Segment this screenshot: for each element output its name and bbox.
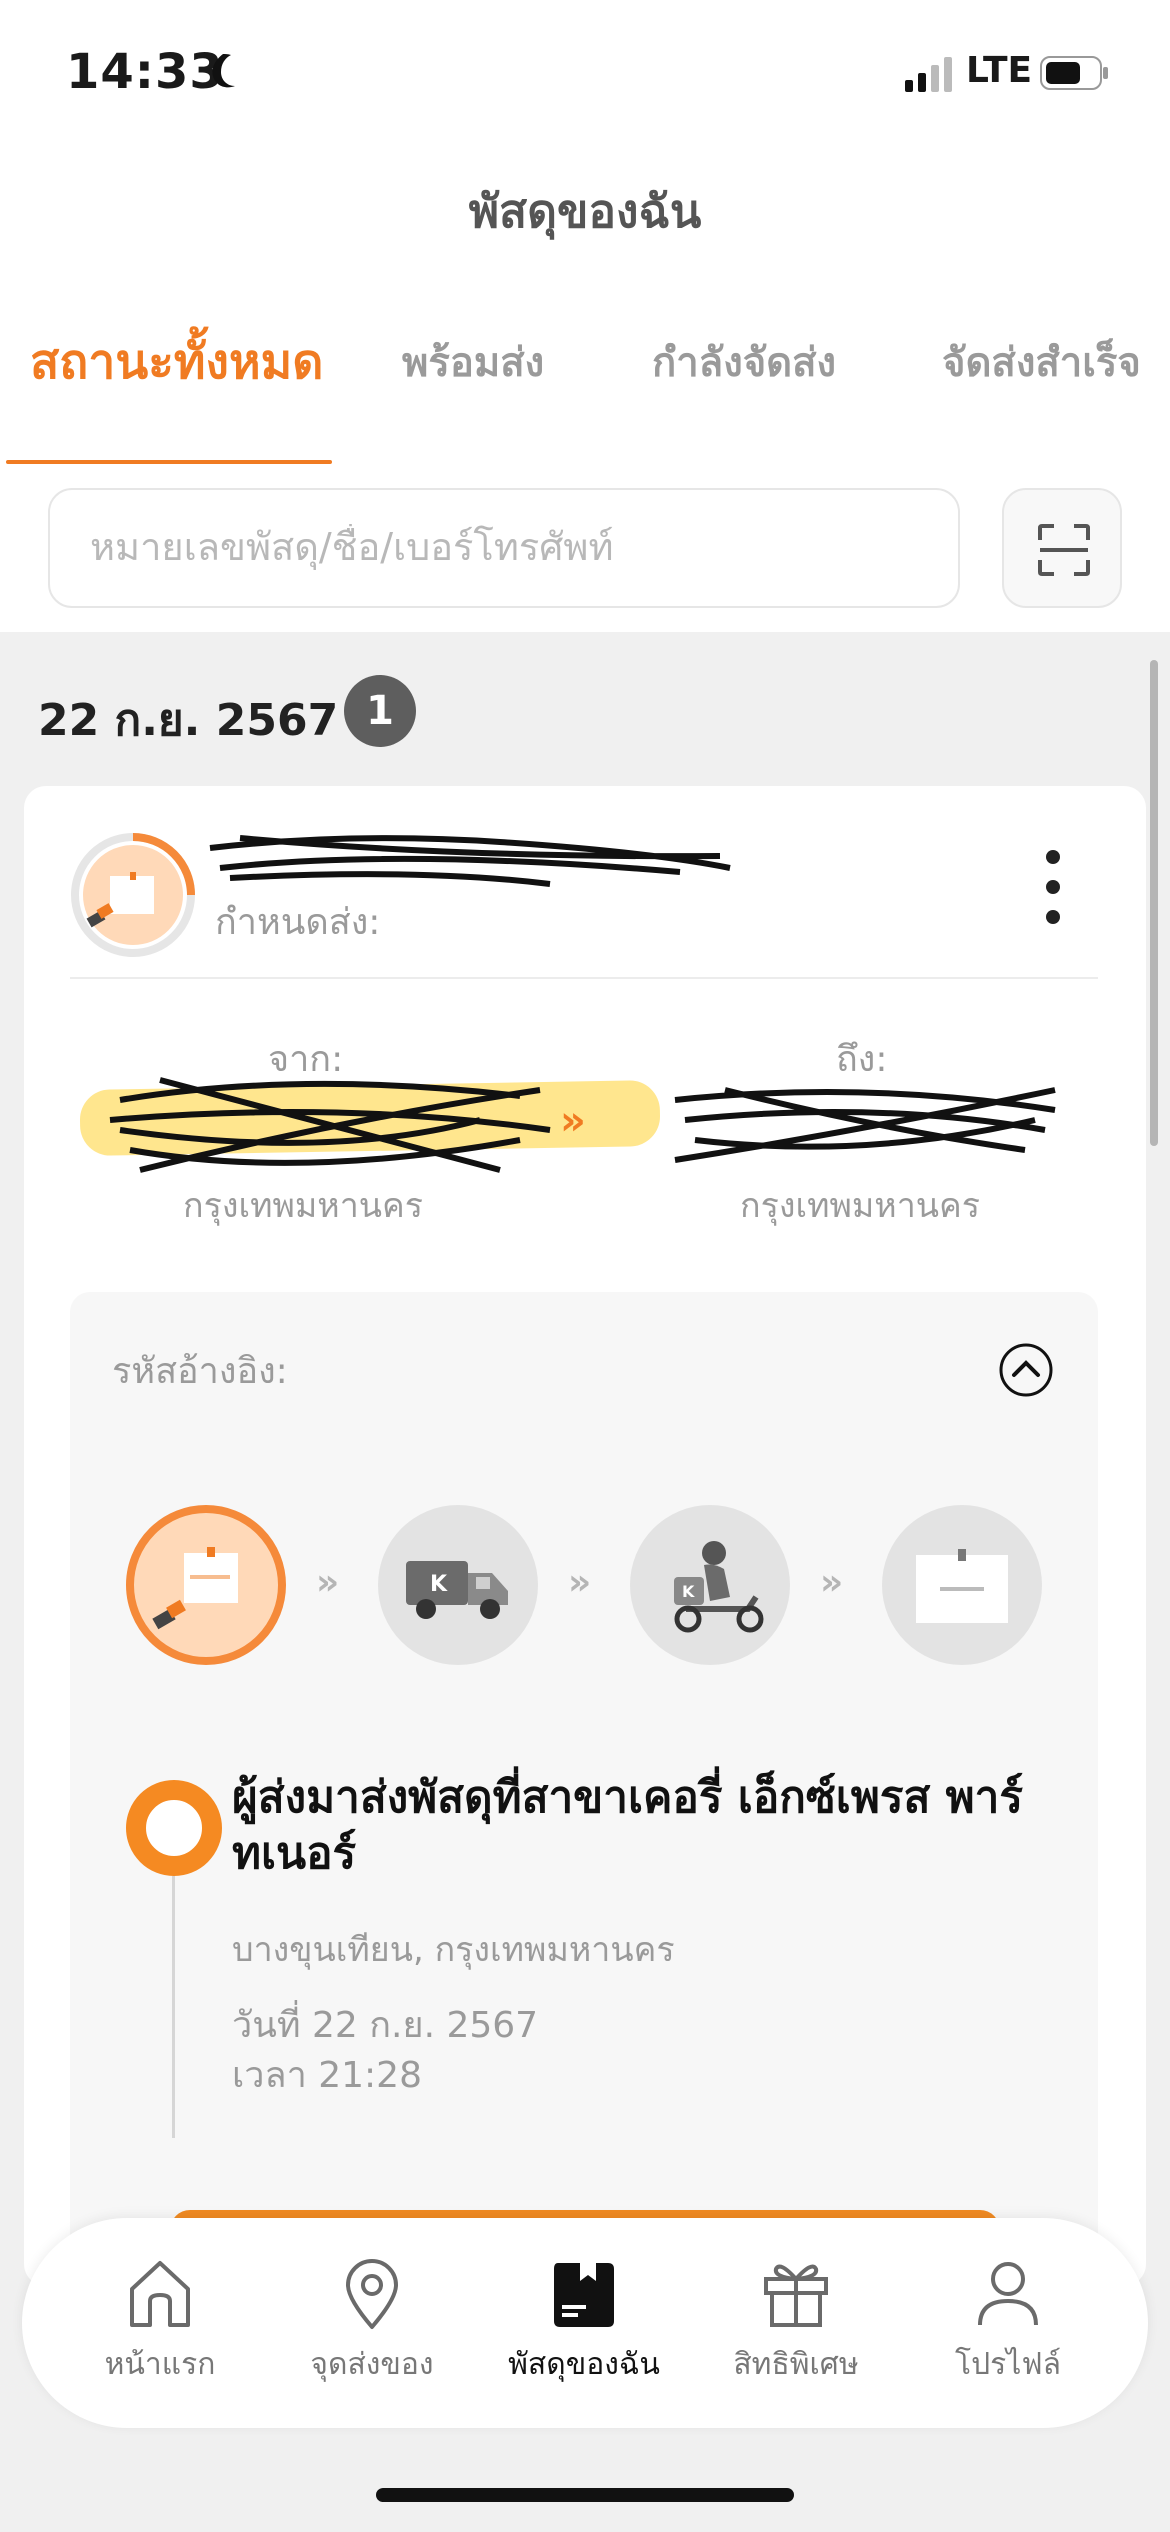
search-box [48, 488, 960, 608]
event-location: บางขุนเทียน, กรุงเทพมหานคร [232, 1930, 675, 1970]
nav-drop-points-label: จุดส่งของ [310, 2347, 434, 2382]
deadline-label: กำหนดส่ง: [215, 902, 381, 943]
nav-my-parcels-label: พัสดุของฉัน [508, 2347, 660, 2382]
nav-profile-label: โปรไฟล์ [955, 2347, 1061, 2382]
nav-privileges-label: สิทธิพิเศษ [733, 2347, 859, 2382]
nav-privileges[interactable]: สิทธิพิเศษ [696, 2255, 896, 2388]
sender-redaction-scribble [109, 1077, 551, 1173]
step-delivered-box-icon [882, 1505, 1042, 1665]
step-arrow-1: » [316, 1562, 340, 1603]
card-divider [70, 977, 1098, 979]
cellular-signal-icon [905, 57, 952, 92]
timeline-current-dot [126, 1780, 222, 1876]
event-time: เวลา 21:28 [232, 2055, 422, 2096]
more-options-icon[interactable] [1038, 850, 1068, 930]
from-city: กรุงเทพมหานคร [183, 1186, 424, 1226]
status-bar: 14:33 LTE [0, 0, 1170, 140]
group-count-badge: 1 [344, 675, 416, 747]
redaction-scribble [209, 835, 731, 887]
home-icon [130, 2261, 190, 2327]
parcel-icon [554, 2263, 614, 2327]
scan-icon [1038, 524, 1090, 576]
svg-text:K: K [430, 1572, 448, 1597]
scan-button[interactable] [1002, 488, 1122, 608]
step-arrow-3: » [820, 1562, 844, 1603]
profile-icon [978, 2262, 1038, 2326]
tab-delivered[interactable]: จัดส่งสำเร็จ [942, 330, 1141, 394]
scrollbar[interactable] [1150, 660, 1158, 1146]
nav-home-label: หน้าแรก [104, 2347, 216, 2382]
page-title: พัสดุของฉัน [468, 184, 702, 238]
search-input[interactable] [88, 524, 928, 570]
network-type: LTE [966, 50, 1033, 91]
timeline-line [172, 1876, 175, 2138]
active-tab-indicator [6, 460, 332, 464]
group-date: 22 ก.ย. 2567 [38, 695, 339, 746]
battery-icon [1040, 56, 1108, 90]
home-indicator [376, 2488, 794, 2502]
tab-ready-to-send[interactable]: พร้อมส่ง [402, 330, 544, 394]
step-truck-icon: K [378, 1505, 538, 1665]
event-title: ผู้ส่งมาส่งพัสดุที่สาขาเคอรี่ เอ็กซ์เพรส… [232, 1772, 1023, 1879]
reference-label: รหัสอ้างอิง: [112, 1351, 288, 1392]
status-time: 14:33 [66, 44, 224, 100]
svg-text:K: K [682, 1582, 695, 1601]
tab-all-status[interactable]: สถานะทั้งหมด [30, 324, 323, 400]
nav-profile[interactable]: โปรไฟล์ [908, 2255, 1108, 2388]
nav-drop-points[interactable]: จุดส่งของ [272, 2255, 472, 2388]
event-date: วันที่ 22 ก.ย. 2567 [232, 2005, 539, 2046]
step-scooter-courier-icon: K [630, 1505, 790, 1665]
to-city: กรุงเทพมหานคร [740, 1186, 981, 1226]
parcel-status-avatar-icon [71, 833, 195, 957]
tab-in-delivery[interactable]: กำลังจัดส่ง [652, 330, 836, 394]
step-arrow-2: » [568, 1562, 592, 1603]
collapse-chevron-up-icon[interactable] [998, 1342, 1054, 1398]
nav-home[interactable]: หน้าแรก [60, 2255, 260, 2388]
nav-my-parcels[interactable]: พัสดุของฉัน [484, 2255, 684, 2388]
receiver-redaction-scribble [674, 1087, 1056, 1163]
gift-icon [764, 2264, 828, 2327]
step-received-icon [126, 1505, 286, 1665]
focus-moon-icon [212, 54, 235, 88]
status-tabs: สถานะทั้งหมด พร้อมส่ง กำลังจัดส่ง จัดส่ง… [0, 330, 1170, 465]
route-arrow: » [560, 1098, 586, 1144]
location-pin-icon [346, 2259, 398, 2329]
